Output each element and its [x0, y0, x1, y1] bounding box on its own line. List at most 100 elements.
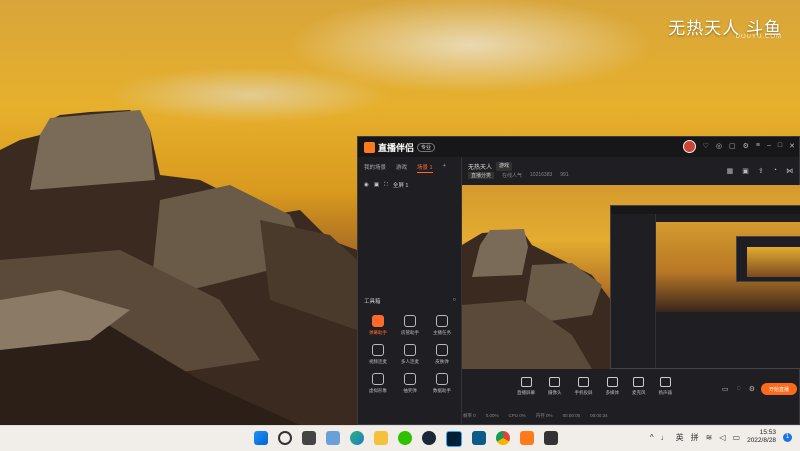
- chat-icon[interactable]: ▢: [729, 142, 736, 153]
- clock[interactable]: 15:53 2022/8/28: [747, 429, 776, 445]
- add-tab-button[interactable]: +: [443, 163, 446, 173]
- media-button[interactable]: 多媒体: [606, 377, 619, 396]
- close-icon[interactable]: ✕: [789, 142, 795, 153]
- video-link-icon: [372, 344, 384, 356]
- record-icon[interactable]: ▣: [742, 167, 749, 175]
- microphone-button[interactable]: 麦克风: [632, 377, 646, 396]
- battery-icon[interactable]: ▭: [733, 433, 741, 442]
- windows-start-icon[interactable]: [254, 431, 268, 445]
- tab-scene-1[interactable]: 场景 1: [417, 163, 433, 173]
- camera-toggle-icon[interactable]: ▭: [722, 385, 729, 393]
- douyu-watermark-sub: DOUYU.COM: [735, 34, 782, 40]
- room-tag[interactable]: 游戏: [496, 162, 513, 171]
- room-meta-id: 10216383: [530, 172, 553, 178]
- ime-language[interactable]: 英: [676, 432, 684, 443]
- scene-tabs: 我的场景 游戏 场景 1 +: [358, 157, 461, 173]
- preview-toolbar: ▦ ▣ ⇪ ◔ ⋈: [727, 167, 793, 175]
- bell-icon[interactable]: ◎: [716, 142, 722, 153]
- game-icon[interactable]: [544, 431, 558, 445]
- toolbox-header: 工具箱 ○: [364, 297, 456, 305]
- tool-task[interactable]: 主播任务: [426, 315, 458, 336]
- minimize-icon[interactable]: –: [767, 142, 771, 153]
- photoshop-icon[interactable]: [446, 431, 462, 447]
- volume-icon[interactable]: ◁: [719, 433, 725, 442]
- menu-icon[interactable]: ≡: [756, 142, 760, 153]
- tool-manager[interactable]: 房管助手: [394, 315, 426, 336]
- window-controls: ♡ ◎ ▢ ⚙ ≡ – □ ✕: [682, 140, 795, 153]
- room-meta-online: 在线人气: [502, 173, 523, 179]
- tab-game[interactable]: 游戏: [396, 163, 407, 173]
- live-companion-taskbar-icon[interactable]: [520, 431, 534, 445]
- status-cpu: CPU 0%: [508, 413, 526, 418]
- toolbox-more-icon[interactable]: ○: [453, 297, 456, 305]
- status-drop: 0.00%: [485, 413, 499, 418]
- file-explorer-icon[interactable]: [374, 431, 388, 445]
- audio-icon[interactable]: ◌: [737, 385, 741, 393]
- monitor-icon: [520, 377, 532, 387]
- avatar[interactable]: [682, 140, 696, 153]
- room-meta: 直播分类 在线人气 10216383 991: [468, 172, 569, 179]
- source-actions: 直播屏幕 摄像头 手机投屏 多媒体 麦克风 扬声器: [517, 377, 672, 396]
- titlebar: 直播伴侣 专业 ♡ ◎ ▢ ⚙ ≡ – □ ✕: [358, 137, 799, 157]
- pro-badge[interactable]: 专业: [417, 142, 436, 152]
- search-icon[interactable]: [278, 431, 292, 445]
- toolbox-title: 工具箱: [364, 299, 381, 305]
- speaker-button[interactable]: 扬声器: [659, 377, 672, 396]
- wifi-icon[interactable]: ≋: [706, 433, 713, 442]
- start-live-button[interactable]: 开始直播: [761, 383, 797, 395]
- tray-expand-icon[interactable]: ^: [650, 433, 654, 442]
- status-record-time: 00:00:34: [590, 413, 608, 418]
- lottery-icon: [404, 373, 416, 385]
- maximize-icon[interactable]: □: [778, 142, 782, 153]
- mic-tray-icon[interactable]: ♩: [661, 433, 669, 442]
- scene-panel: 我的场景 游戏 场景 1 + ◉ ▣ ⛶ 全屏 1 工具箱 ○ 弹幕助手 房管助…: [358, 157, 462, 435]
- room-title-text: 无热天人: [468, 165, 493, 171]
- avatar-icon: [372, 373, 384, 385]
- steam-icon[interactable]: [422, 431, 436, 445]
- layout-icon[interactable]: ▦: [727, 167, 734, 175]
- notification-icon[interactable]: ◔: [773, 167, 777, 175]
- stream-preview[interactable]: [462, 185, 800, 369]
- taskbar-apps: [254, 431, 558, 447]
- notification-badge[interactable]: 1: [783, 432, 792, 442]
- ime-mode[interactable]: 拼: [691, 432, 699, 443]
- room-category[interactable]: 直播分类: [468, 172, 495, 179]
- widgets-icon[interactable]: [326, 431, 340, 445]
- app-icon[interactable]: [472, 431, 486, 445]
- share-icon[interactable]: ⇪: [758, 167, 764, 175]
- camera-button[interactable]: 摄像头: [548, 377, 562, 396]
- tool-video-link[interactable]: 视频连麦: [362, 344, 394, 365]
- eye-icon[interactable]: ◉: [364, 182, 369, 188]
- tab-my-scenes[interactable]: 我的场景: [364, 163, 386, 173]
- screen-capture-button[interactable]: 直播屏幕: [517, 377, 535, 396]
- room-meta-count: 991: [560, 172, 569, 178]
- share-link-icon[interactable]: ⋈: [786, 167, 793, 175]
- tool-danmaku[interactable]: 弹幕助手: [362, 315, 394, 336]
- extra-controls: ▭ ◌ ⚙: [722, 385, 755, 393]
- nested-preview-window: [610, 205, 800, 369]
- settings-gear-icon[interactable]: ⚙: [749, 385, 755, 393]
- camera-icon: [549, 377, 561, 387]
- speaker-icon: [659, 377, 671, 387]
- settings-icon[interactable]: ⚙: [743, 142, 749, 153]
- chrome-icon[interactable]: [496, 431, 510, 445]
- edge-icon[interactable]: [350, 431, 364, 445]
- gift-icon[interactable]: ♡: [703, 142, 709, 153]
- scene-item[interactable]: ◉ ▣ ⛶ 全屏 1: [358, 181, 461, 190]
- logo-text: 直播伴侣: [378, 142, 415, 153]
- lock-icon[interactable]: ▣: [374, 182, 379, 188]
- scene-item-label: 全屏 1: [392, 183, 409, 189]
- task-icon: [436, 315, 448, 327]
- phone-cast-button[interactable]: 手机投屏: [575, 377, 593, 396]
- danmaku-icon: [372, 315, 384, 327]
- task-view-icon[interactable]: [302, 431, 316, 445]
- status-live-time: 00:00:00: [562, 413, 581, 418]
- skin-icon: [436, 344, 448, 356]
- tool-lottery[interactable]: 抽奖弹: [394, 373, 426, 394]
- tool-multi-link[interactable]: 多人连麦: [394, 344, 426, 365]
- tool-skin[interactable]: 皮肤弹: [426, 344, 458, 365]
- wechat-icon[interactable]: [398, 431, 412, 445]
- tool-data[interactable]: 数据助手: [426, 373, 458, 394]
- logo-icon: [364, 141, 375, 153]
- tool-avatar[interactable]: 虚拟形象: [362, 373, 394, 394]
